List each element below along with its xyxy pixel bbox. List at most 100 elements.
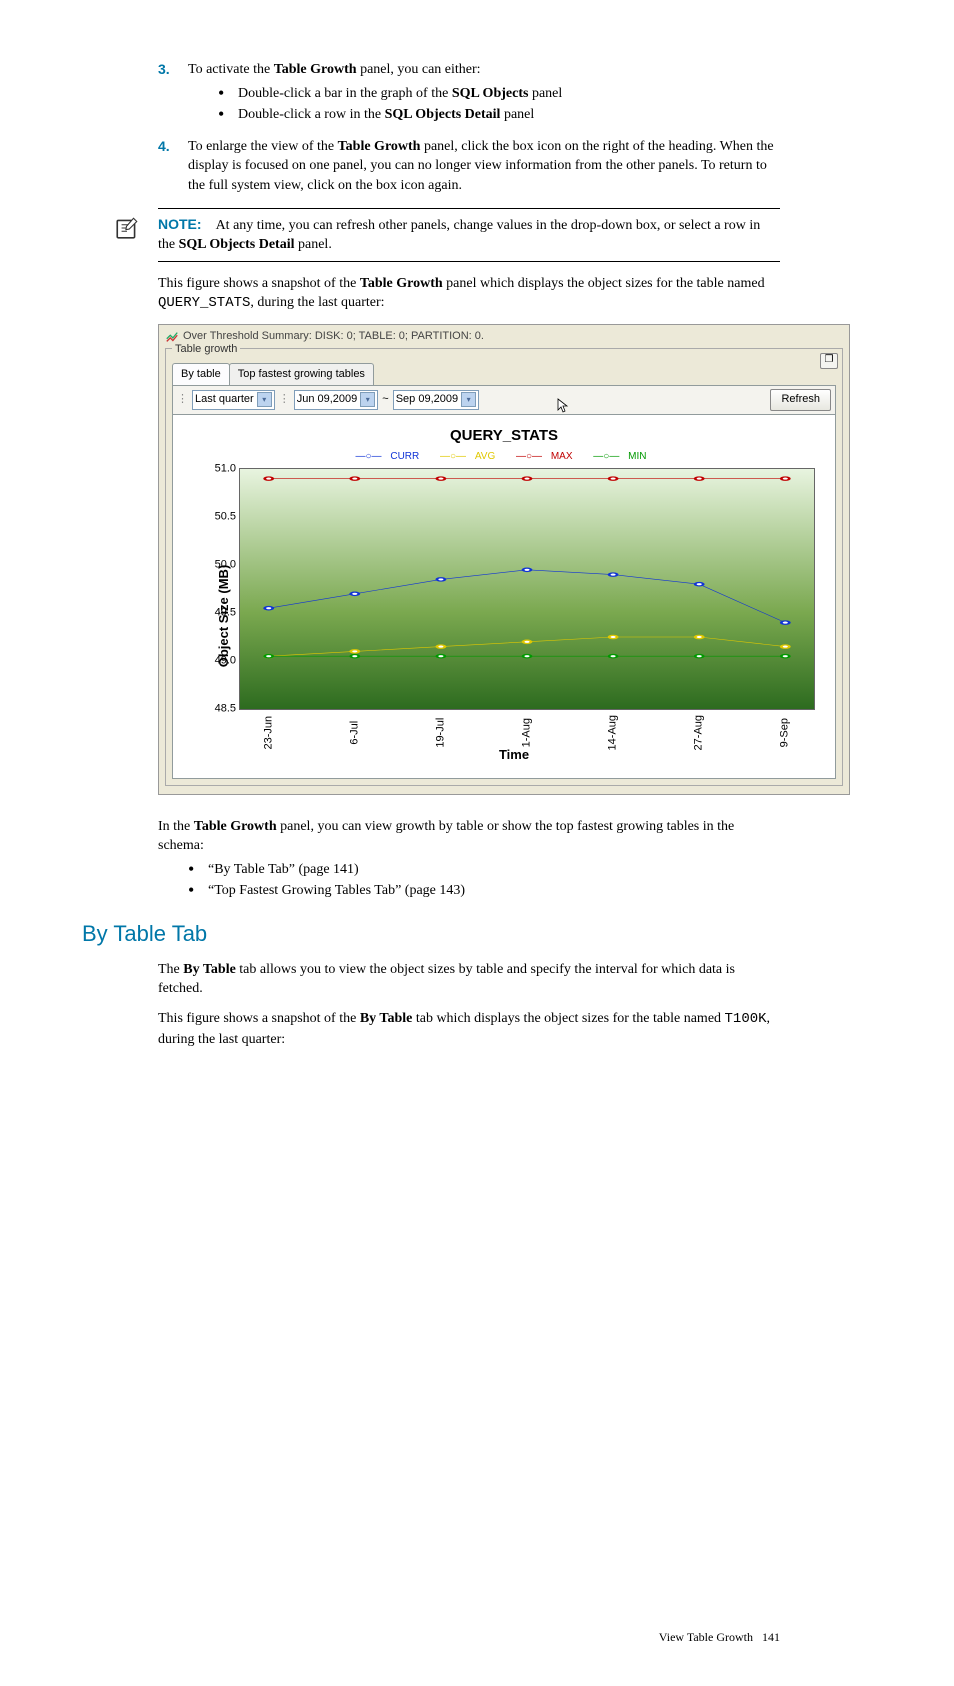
- toolbar: ⋮ Last quarter▾ ⋮ Jun 09,2009▾ ~ Sep 09,…: [172, 385, 836, 414]
- note-label: NOTE:: [158, 216, 202, 232]
- text-bold: SQL Objects Detail: [385, 107, 501, 122]
- text-bold: By Table: [183, 962, 236, 977]
- threshold-summary-bar: Over Threshold Summary: DISK: 0; TABLE: …: [165, 329, 843, 344]
- page-number: 141: [762, 1630, 780, 1644]
- y-tick: 50.0: [206, 557, 236, 572]
- step-3: 3. To activate the Table Growth panel, y…: [158, 60, 780, 133]
- step-number: 3.: [158, 60, 188, 133]
- text: To enlarge the view of the: [188, 139, 338, 154]
- date-from-select[interactable]: Jun 09,2009▾: [294, 390, 379, 409]
- list-item: • “By Table Tab” (page 141): [188, 860, 780, 880]
- chart-title: QUERY_STATS: [183, 425, 825, 446]
- y-tick: 50.5: [206, 509, 236, 524]
- step-4: 4. To enlarge the view of the Table Grow…: [158, 137, 780, 196]
- chart-legend: —○— CURR —○— AVG —○— MAX —○— MIN: [183, 450, 825, 464]
- bullet-icon: •: [188, 860, 208, 880]
- list-item: • “Top Fastest Growing Tables Tab” (page…: [188, 881, 780, 901]
- select-value: Jun 09,2009: [297, 392, 358, 407]
- tab-bar: By table Top fastest growing tables: [172, 363, 836, 385]
- tab-top-fastest[interactable]: Top fastest growing tables: [229, 363, 374, 385]
- paragraph: The By Table tab allows you to view the …: [158, 960, 780, 999]
- x-axis-label: Time: [203, 746, 825, 764]
- paragraph: This figure shows a snapshot of the Tabl…: [158, 274, 780, 314]
- text-bold: Table Growth: [338, 139, 421, 154]
- text-bold: Table Growth: [274, 62, 357, 77]
- x-tick: 19-Jul: [433, 718, 448, 748]
- legend-max: —○— MAX: [516, 451, 579, 462]
- legend-avg: —○— AVG: [440, 451, 501, 462]
- text: The: [158, 962, 183, 977]
- section-heading: By Table Tab: [82, 919, 780, 950]
- y-tick: 48.5: [206, 701, 236, 716]
- note-block: NOTE: At any time, you can refresh other…: [158, 208, 780, 262]
- refresh-button[interactable]: Refresh: [770, 389, 831, 410]
- y-tick: 49.0: [206, 653, 236, 668]
- text: tab allows you to view the object sizes …: [158, 962, 735, 997]
- x-tick: 23-Jun: [261, 716, 276, 750]
- text-mono: T100K: [725, 1011, 767, 1027]
- select-value: Last quarter: [195, 392, 254, 407]
- text: panel: [528, 86, 562, 101]
- cursor-icon: [556, 397, 572, 419]
- step-number: 4.: [158, 137, 188, 196]
- text: This figure shows a snapshot of the: [158, 1011, 360, 1026]
- text: Double-click a row in the: [238, 107, 385, 122]
- bullet-list: • Double-click a bar in the graph of the…: [218, 84, 780, 125]
- footer-title: View Table Growth: [659, 1630, 753, 1644]
- x-tick: 14-Aug: [605, 715, 620, 750]
- date-to-select[interactable]: Sep 09,2009▾: [393, 390, 479, 409]
- note-icon: [114, 215, 140, 241]
- chart-area: QUERY_STATS —○— CURR —○— AVG —○— MAX —○—…: [172, 415, 836, 779]
- text: panel which displays the object sizes fo…: [443, 276, 765, 291]
- page-footer: View Table Growth 141: [58, 1629, 780, 1646]
- text: In the: [158, 819, 194, 834]
- text: Double-click a bar in the graph of the: [238, 86, 452, 101]
- step-body: To activate the Table Growth panel, you …: [188, 60, 780, 133]
- y-tick: 49.5: [206, 605, 236, 620]
- text: tab which displays the object sizes for …: [412, 1011, 724, 1026]
- link-text[interactable]: “Top Fastest Growing Tables Tab” (page 1…: [208, 881, 465, 901]
- x-tick: 27-Aug: [691, 715, 706, 750]
- bullet-item: • Double-click a bar in the graph of the…: [218, 84, 780, 104]
- text: panel: [500, 107, 534, 122]
- app-icon: [165, 330, 179, 344]
- legend-curr: —○— CURR: [356, 451, 426, 462]
- legend-min: —○— MIN: [593, 451, 652, 462]
- y-tick: 51.0: [206, 461, 236, 476]
- x-tick: 9-Sep: [778, 718, 793, 747]
- link-list: • “By Table Tab” (page 141) • “Top Faste…: [188, 860, 780, 901]
- bullet-icon: •: [218, 84, 238, 104]
- chevron-down-icon: ▾: [257, 392, 272, 407]
- x-tick: 6-Jul: [347, 721, 362, 745]
- tab-by-table[interactable]: By table: [172, 363, 230, 385]
- fieldset-legend: Table growth: [172, 343, 240, 355]
- bullet-item: • Double-click a row in the SQL Objects …: [218, 105, 780, 125]
- table-growth-fieldset: Table growth ❐ By table Top fastest grow…: [165, 348, 843, 785]
- text-mono: QUERY_STATS: [158, 295, 250, 311]
- range-select[interactable]: Last quarter▾: [192, 390, 275, 409]
- chart-lines: [240, 469, 814, 709]
- chevron-down-icon: ▾: [461, 392, 476, 407]
- text-bold: Table Growth: [194, 819, 277, 834]
- select-value: Sep 09,2009: [396, 392, 458, 407]
- text-bold: SQL Objects Detail: [179, 237, 295, 252]
- text-bold: Table Growth: [360, 276, 443, 291]
- paragraph: In the Table Growth panel, you can view …: [158, 817, 780, 856]
- chart-plot: 51.050.550.049.549.048.5 23-Jun6-Jul19-J…: [239, 468, 815, 710]
- x-tick: 1-Aug: [519, 718, 534, 747]
- bullet-icon: •: [188, 881, 208, 901]
- chevron-down-icon: ▾: [360, 392, 375, 407]
- separator: ~: [382, 392, 388, 407]
- bullet-icon: •: [218, 105, 238, 125]
- step-body: To enlarge the view of the Table Growth …: [188, 137, 780, 196]
- table-growth-panel: Over Threshold Summary: DISK: 0; TABLE: …: [158, 324, 850, 795]
- text-bold: By Table: [360, 1011, 413, 1026]
- paragraph: This figure shows a snapshot of the By T…: [158, 1009, 780, 1049]
- link-text[interactable]: “By Table Tab” (page 141): [208, 860, 359, 880]
- text: panel, you can either:: [357, 62, 481, 77]
- maximize-icon[interactable]: ❐: [820, 353, 838, 369]
- text: To activate the: [188, 62, 274, 77]
- text: panel.: [295, 237, 332, 252]
- text-bold: SQL Objects: [452, 86, 529, 101]
- text: , during the last quarter:: [250, 295, 384, 310]
